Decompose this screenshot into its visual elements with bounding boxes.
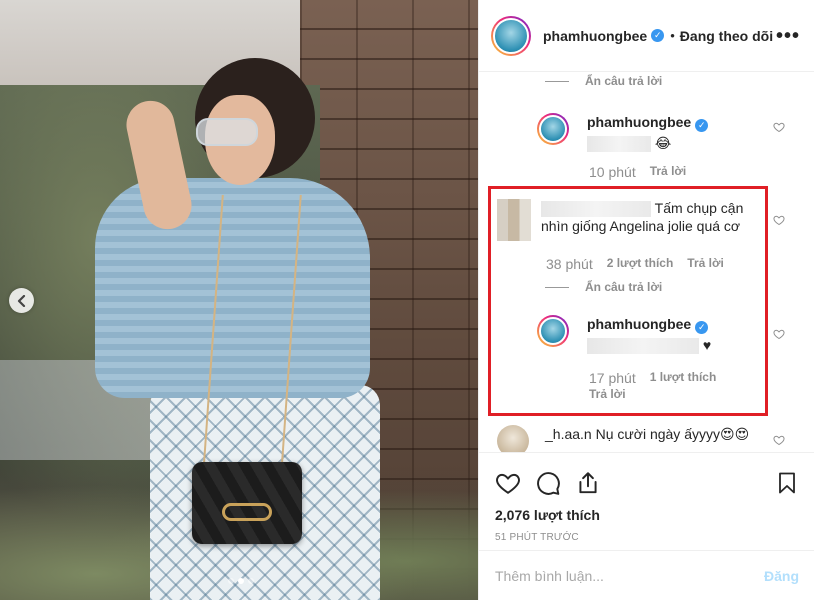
action-bar <box>495 463 799 503</box>
comment-like-heart-icon[interactable] <box>773 328 785 340</box>
chevron-left-icon <box>17 294 25 307</box>
comment-avatar-blurred[interactable] <box>497 199 531 241</box>
hide-replies-label: Ẩn câu trả lời <box>585 280 663 294</box>
header-separator: • <box>670 28 675 43</box>
reply-emoji: 😂 <box>654 134 672 151</box>
following-button[interactable]: Đang theo dõi <box>680 28 773 44</box>
reply-time: 17 phút <box>589 370 636 386</box>
comment-like-heart-icon[interactable] <box>773 434 785 446</box>
post-comment-button[interactable]: Đăng <box>764 568 799 584</box>
post-side-panel: phamhuongbee ✓ • Đang theo dõi ••• Ẩn câ… <box>478 0 814 600</box>
author-avatar[interactable] <box>491 15 531 56</box>
heart-outline-icon[interactable] <box>495 470 521 496</box>
comment-item: _h.aa.n Nụ cười ngày ấyyyy😍😍 <box>497 425 749 453</box>
blurred-text <box>587 135 651 152</box>
reply-time: 10 phút <box>589 164 636 180</box>
reply-item: phamhuongbee ✓ 😂 <box>537 113 709 152</box>
avatar-image <box>493 17 529 54</box>
comment-time: 38 phút <box>546 256 593 272</box>
add-comment-bar: Đăng <box>479 550 814 600</box>
comment-text: Nụ cười ngày ấyyyy😍😍 <box>595 426 750 442</box>
carousel-dot <box>228 578 234 584</box>
comment-like-heart-icon[interactable] <box>773 214 785 226</box>
photo-sunglasses <box>196 118 258 146</box>
photo-bag-clasp <box>222 503 272 521</box>
verified-badge-icon: ✓ <box>695 118 709 132</box>
reply-meta-2: Trả lời <box>589 387 626 401</box>
comment-likes[interactable]: 2 lượt thích <box>607 256 674 272</box>
reply-emoji: ♥ <box>702 336 712 353</box>
comment-body: _h.aa.n Nụ cười ngày ấyyyy😍😍 <box>545 425 749 453</box>
carousel-dot-active <box>238 578 244 584</box>
hide-replies-button[interactable]: Ẩn câu trả lời <box>545 74 662 88</box>
post-photo[interactable] <box>0 0 478 600</box>
avatar-image <box>539 115 567 143</box>
post-header: phamhuongbee ✓ • Đang theo dõi ••• <box>479 0 814 72</box>
comment-item: Tấm chụp cận nhìn giống Angelina jolie q… <box>497 199 751 241</box>
verified-badge-icon: ✓ <box>651 29 665 42</box>
carousel-dot <box>248 578 254 584</box>
comment-meta: 38 phút 2 lượt thích Trả lời <box>546 256 724 272</box>
speech-bubble-icon[interactable] <box>535 470 561 496</box>
comment-body: Tấm chụp cận nhìn giống Angelina jolie q… <box>541 199 751 241</box>
reply-username[interactable]: phamhuongbee <box>587 114 691 130</box>
divider-line <box>545 286 569 288</box>
verified-badge-icon: ✓ <box>695 320 709 334</box>
previous-photo-button[interactable] <box>9 288 34 313</box>
reply-item: phamhuongbee ✓ ♥ <box>537 315 711 354</box>
comments-list[interactable]: Ẩn câu trả lời phamhuongbee ✓ 😂 10 phút T… <box>479 73 814 453</box>
reply-button[interactable]: Trả lời <box>687 256 724 272</box>
reply-likes[interactable]: 1 lượt thích <box>650 370 717 386</box>
comment-like-heart-icon[interactable] <box>773 121 785 133</box>
avatar-image <box>539 317 567 345</box>
author-username[interactable]: phamhuongbee <box>543 28 647 44</box>
carousel-dots <box>228 578 254 584</box>
reply-button[interactable]: Trả lời <box>650 164 687 180</box>
reply-body: phamhuongbee ✓ 😂 <box>587 113 709 152</box>
hide-replies-label: Ẩn câu trả lời <box>585 74 663 88</box>
reply-meta: 17 phút 1 lượt thích <box>589 370 716 386</box>
bookmark-icon[interactable] <box>775 470 799 496</box>
reply-avatar[interactable] <box>537 315 569 347</box>
blurred-text <box>587 337 699 354</box>
reply-avatar[interactable] <box>537 113 569 145</box>
post-actions: 2,076 lượt thích 51 phút trước <box>479 452 814 543</box>
blurred-username <box>541 201 651 218</box>
hide-replies-button[interactable]: Ẩn câu trả lời <box>545 280 662 294</box>
comment-avatar[interactable] <box>497 425 529 453</box>
comment-username[interactable]: _h.aa.n <box>545 426 592 442</box>
more-options-icon[interactable]: ••• <box>776 26 800 46</box>
reply-button[interactable]: Trả lời <box>589 387 626 401</box>
reply-username[interactable]: phamhuongbee <box>587 316 691 332</box>
reply-meta: 10 phút Trả lời <box>589 164 686 180</box>
comment-input[interactable] <box>495 567 764 584</box>
post-timestamp[interactable]: 51 phút trước <box>495 532 799 543</box>
reply-body: phamhuongbee ✓ ♥ <box>587 315 711 354</box>
share-upload-icon[interactable] <box>575 470 601 496</box>
like-count[interactable]: 2,076 lượt thích <box>495 507 799 523</box>
divider-line <box>545 80 569 82</box>
